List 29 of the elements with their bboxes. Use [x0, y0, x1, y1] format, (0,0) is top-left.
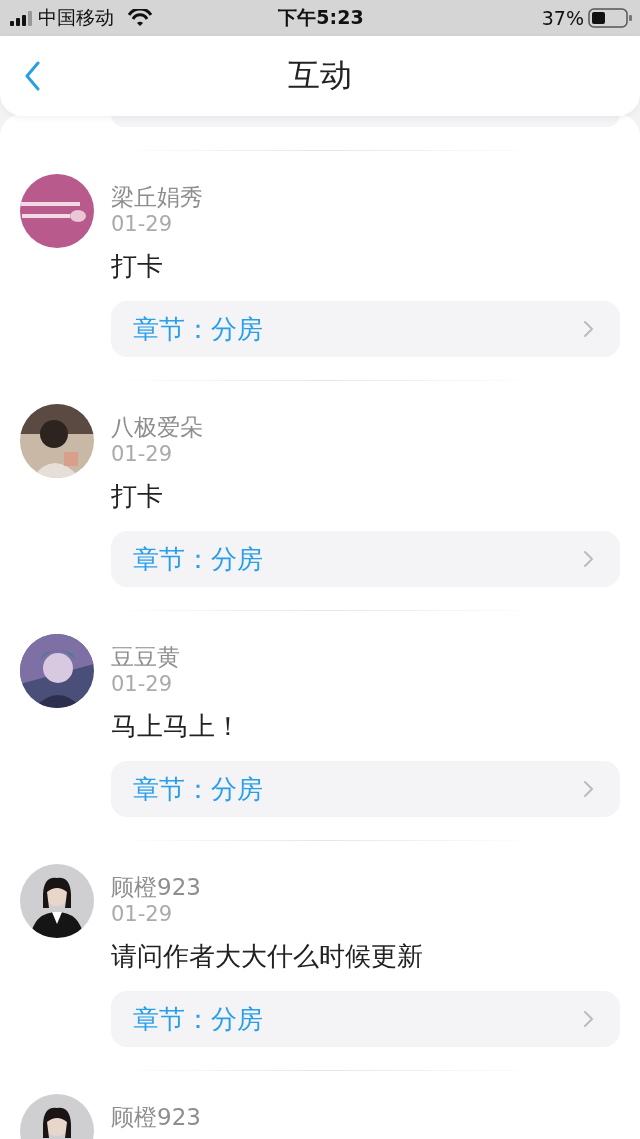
wifi-icon: [128, 9, 152, 27]
chapter-link[interactable]: 章节：分房: [111, 531, 620, 587]
comment-text: 马上马上！: [111, 710, 242, 743]
back-icon: [24, 61, 41, 91]
chevron-icon: [583, 1010, 594, 1028]
comment-date: 01-29: [111, 671, 174, 697]
chapter-link[interactable]: 章节：分房: [111, 761, 620, 817]
chevron-icon: [583, 780, 594, 798]
comment-text: 打卡: [111, 480, 164, 513]
clock: 下午5:23: [277, 5, 365, 30]
comment-date: 01-29: [111, 211, 174, 237]
chapter-link[interactable]: 章节：分房: [111, 301, 620, 357]
comment-text: 打卡: [111, 250, 164, 283]
user-name: 顾橙923: [111, 1103, 202, 1131]
user-name: 豆豆黄: [111, 643, 181, 671]
user-name: 顾橙923: [111, 873, 202, 901]
comment-text: 请问作者大大什么时候更新: [111, 940, 424, 973]
chevron-icon: [583, 550, 594, 568]
battery-percent: 37%: [541, 7, 584, 29]
battery-icon: [588, 8, 632, 28]
chevron-icon: [583, 320, 594, 338]
user-name: 梁丘娟秀: [111, 183, 204, 211]
page-title: 互动: [287, 55, 353, 96]
user-name: 八极爱朵: [111, 413, 204, 441]
comment-date: 01-29: [111, 441, 174, 467]
comment-date: 01-29: [111, 901, 174, 927]
signal-icon: [10, 10, 32, 26]
carrier-name: 中国移动: [38, 5, 114, 30]
chapter-link[interactable]: 章节：分房: [111, 991, 620, 1047]
